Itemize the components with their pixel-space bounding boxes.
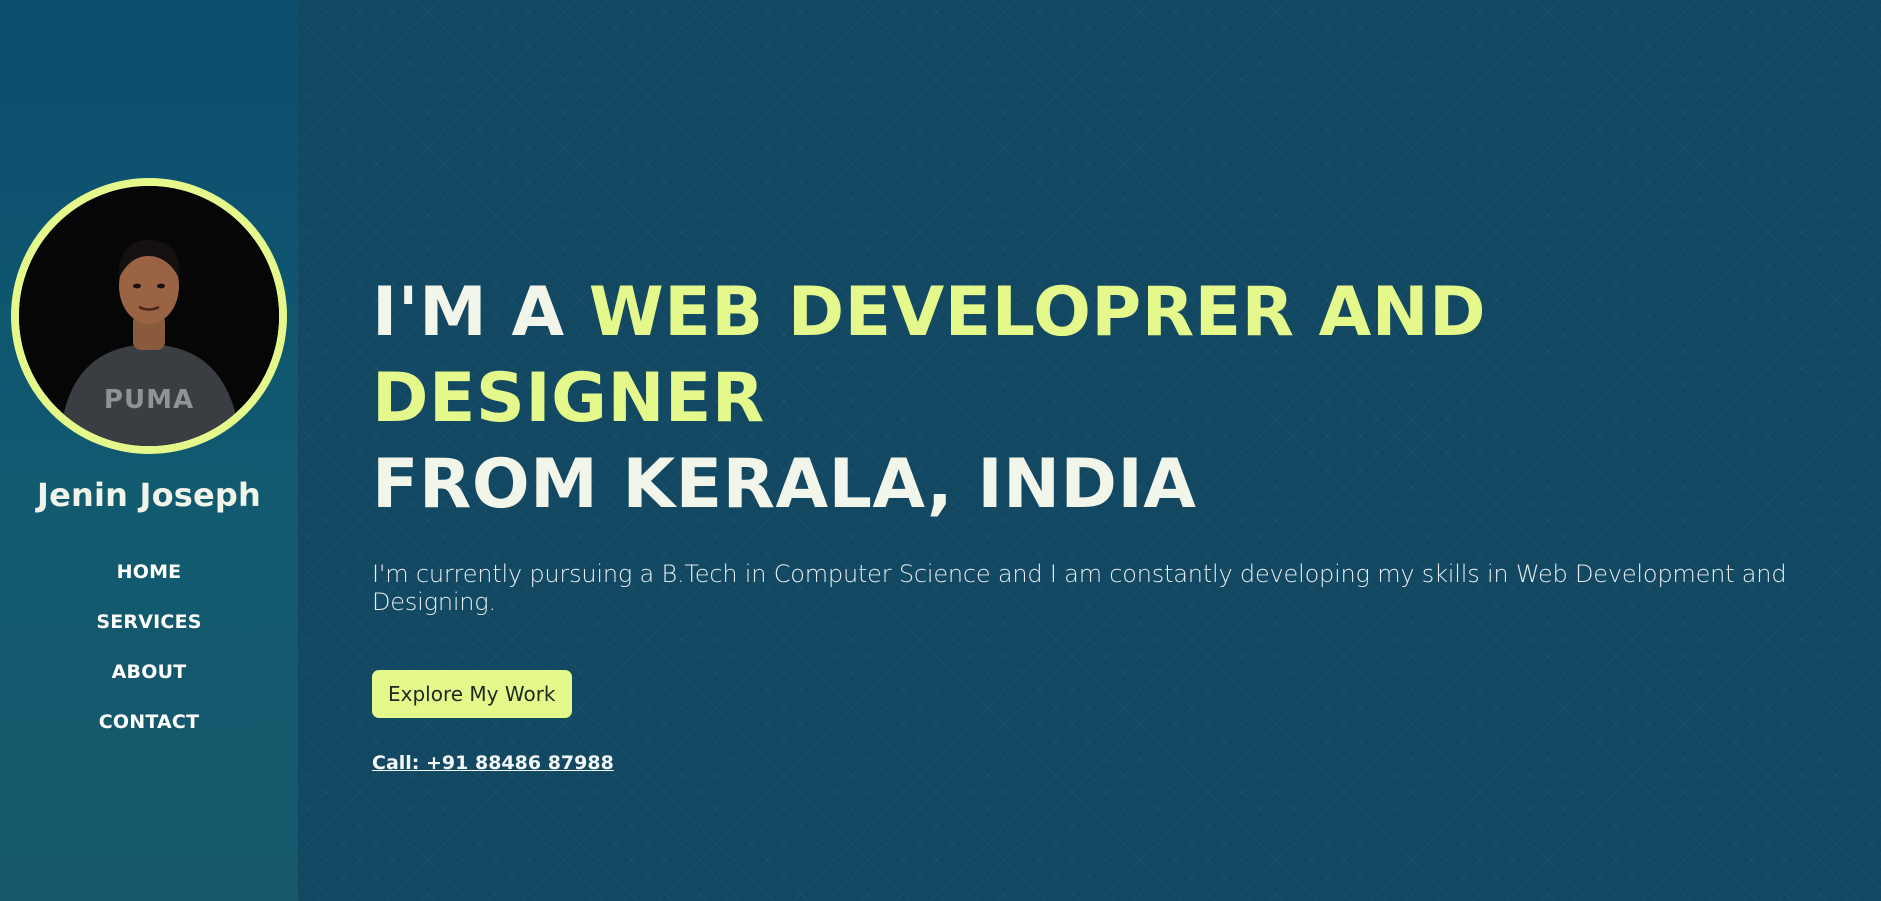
- call-link[interactable]: Call: +91 88486 87988: [372, 752, 1881, 774]
- headline-prefix: I'M A: [372, 273, 589, 352]
- profile-photo-icon: PUMA: [19, 186, 279, 446]
- nav-link-home[interactable]: HOME: [117, 560, 182, 584]
- nav-item: ABOUT: [112, 660, 187, 684]
- hero-intro: I'm currently pursuing a B.Tech in Compu…: [372, 560, 1787, 616]
- page-root: PUMA Jenin Joseph HOME SERVICES ABOUT CO…: [0, 0, 1881, 901]
- sidebar-nav: HOME SERVICES ABOUT CONTACT: [96, 560, 201, 760]
- profile-name: Jenin Joseph: [36, 476, 261, 514]
- hero-section: I'M A WEB DEVELOPRER AND DESIGNER FROM KE…: [298, 0, 1881, 901]
- nav-item: HOME: [117, 560, 182, 584]
- hero-headline: I'M A WEB DEVELOPRER AND DESIGNER FROM KE…: [372, 270, 1881, 528]
- nav-link-about[interactable]: ABOUT: [112, 660, 187, 684]
- sidebar: PUMA Jenin Joseph HOME SERVICES ABOUT CO…: [0, 0, 298, 901]
- svg-text:PUMA: PUMA: [104, 385, 194, 415]
- nav-item: SERVICES: [96, 610, 201, 634]
- explore-work-button[interactable]: Explore My Work: [372, 670, 572, 718]
- headline-suffix: FROM KERALA, INDIA: [372, 445, 1197, 524]
- avatar: PUMA: [11, 178, 287, 454]
- nav-link-contact[interactable]: CONTACT: [99, 710, 200, 734]
- nav-item: CONTACT: [99, 710, 200, 734]
- nav-link-services[interactable]: SERVICES: [96, 610, 201, 634]
